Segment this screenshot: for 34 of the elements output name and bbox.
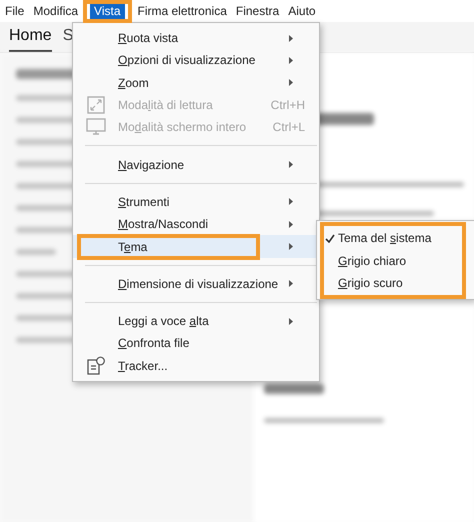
menu-item[interactable]: Zoom: [73, 72, 319, 94]
menu-bar-item[interactable]: File: [1, 1, 28, 21]
submenu-arrow-icon: [289, 220, 293, 228]
menu-item[interactable]: Tracker...: [73, 354, 319, 377]
tracker-icon: [86, 356, 106, 376]
menu-bar-item[interactable]: Aiuto: [284, 1, 320, 21]
menu-bar-item[interactable]: Modifica: [29, 1, 82, 21]
menu-item[interactable]: Dimensione di visualizzazione: [73, 272, 319, 295]
menu-item[interactable]: Mostra/Nascondi: [73, 213, 319, 236]
menu-item[interactable]: Opzioni di visualizzazione: [73, 49, 319, 72]
shortcut-text: Ctrl+L: [272, 120, 305, 134]
submenu-item[interactable]: Grigio scuro: [322, 272, 432, 294]
menu-item[interactable]: Leggi a voce alta: [73, 310, 319, 332]
submenu-arrow-icon: [289, 34, 293, 42]
expand-icon: [86, 96, 104, 114]
menu-item[interactable]: Confronta file: [73, 332, 319, 355]
menu-bar-item[interactable]: Finestra: [232, 1, 284, 21]
submenu-arrow-icon: [289, 161, 293, 168]
shortcut-text: Ctrl+H: [270, 98, 305, 112]
menu-item[interactable]: Strumenti: [73, 190, 319, 214]
submenu-arrow-icon: [289, 318, 293, 325]
submenu-arrow-icon: [289, 198, 293, 206]
menu-item[interactable]: Navigazione: [73, 153, 319, 176]
submenu-arrow-icon: [289, 56, 293, 64]
submenu-arrow-icon: [289, 243, 293, 250]
submenu-item[interactable]: Grigio chiaro: [322, 250, 432, 272]
submenu-arrow-icon: [289, 280, 293, 288]
tab[interactable]: S: [62, 22, 74, 52]
menu-bar-item[interactable]: Firma elettronica: [134, 1, 231, 21]
monitor-icon: [86, 118, 106, 136]
submenu-arrow-icon: [289, 79, 293, 86]
menu-item[interactable]: Tema: [73, 235, 319, 258]
submenu-item[interactable]: Tema del sistema: [322, 227, 432, 250]
menu-item[interactable]: Ruota vista: [73, 27, 319, 50]
